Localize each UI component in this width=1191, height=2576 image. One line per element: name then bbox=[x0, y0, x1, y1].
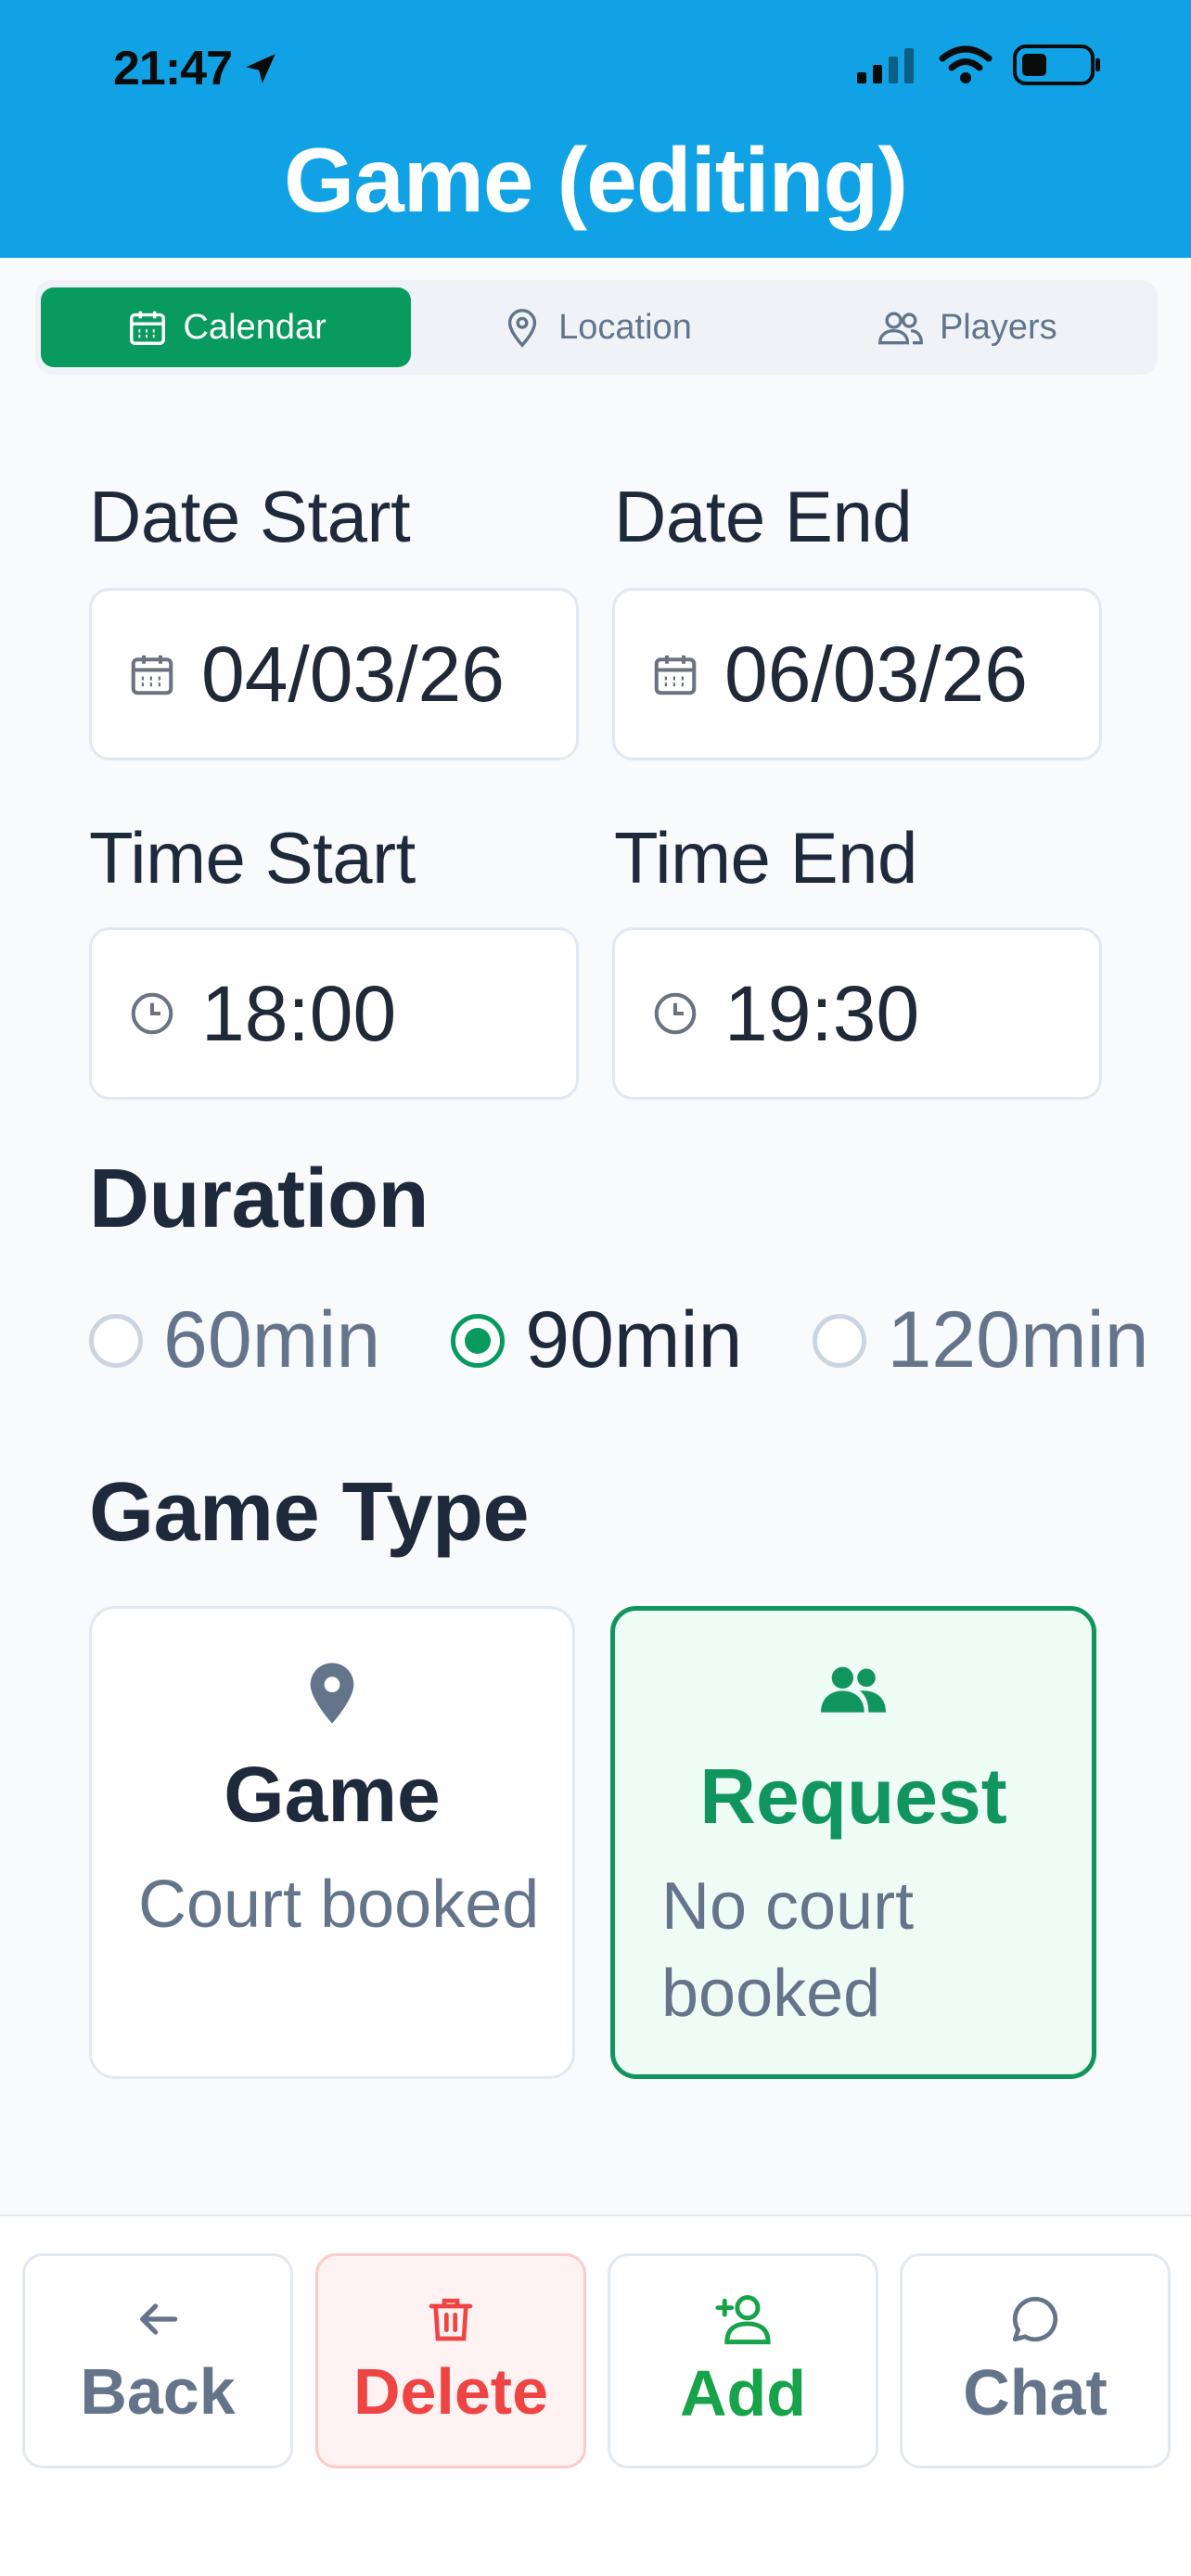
tab-calendar[interactable]: Calendar bbox=[41, 287, 412, 367]
date-end-label: Date End bbox=[614, 476, 913, 557]
chat-button[interactable]: Chat bbox=[900, 2253, 1171, 2468]
arrow-left-icon bbox=[140, 2303, 178, 2335]
tab-players[interactable]: Players bbox=[782, 287, 1152, 367]
calendar-icon bbox=[131, 655, 173, 695]
card-description: Court booked bbox=[138, 1868, 540, 1942]
date-end-field[interactable]: 06/03/26 bbox=[612, 588, 1102, 760]
user-plus-icon bbox=[715, 2295, 771, 2345]
time-start-field[interactable]: 18:00 bbox=[89, 927, 579, 1100]
delete-button[interactable]: Delete bbox=[315, 2253, 586, 2468]
location-arrow-icon bbox=[246, 54, 275, 83]
game-type-card-request[interactable]: Request No court booked bbox=[610, 1606, 1096, 2079]
status-bar-time: 21:47 bbox=[113, 41, 280, 96]
wifi-icon bbox=[939, 45, 992, 83]
time-end-value: 19:30 bbox=[724, 969, 920, 1057]
battery-icon bbox=[1013, 45, 1100, 85]
time-start-label: Time Start bbox=[89, 817, 416, 899]
bottom-action-bar: Back Delete Add Chat bbox=[0, 2214, 1191, 2576]
time-end-field[interactable]: 19:30 bbox=[612, 927, 1102, 1100]
date-end-value: 06/03/26 bbox=[724, 630, 1028, 718]
trash-icon bbox=[429, 2298, 473, 2341]
duration-option-120[interactable]: 120min bbox=[813, 1294, 1149, 1386]
tab-location[interactable]: Location bbox=[411, 287, 781, 367]
date-start-value: 04/03/26 bbox=[201, 630, 505, 718]
add-player-button[interactable]: Add bbox=[608, 2253, 878, 2468]
users-icon bbox=[877, 312, 923, 345]
card-title: Request bbox=[699, 1753, 1007, 1840]
card-title: Game bbox=[224, 1751, 441, 1838]
calendar-icon bbox=[129, 311, 165, 345]
duration-heading: Duration bbox=[89, 1153, 429, 1245]
duration-options: 60min 90min 120min bbox=[89, 1294, 1191, 1386]
map-pin-icon bbox=[508, 309, 537, 348]
radio-button-selected[interactable] bbox=[451, 1313, 506, 1368]
back-button[interactable]: Back bbox=[22, 2253, 293, 2468]
clock-icon bbox=[131, 992, 173, 1035]
game-type-card-game[interactable]: Game Court booked bbox=[89, 1606, 575, 2079]
duration-option-90[interactable]: 90min bbox=[451, 1294, 742, 1386]
card-description: No court booked bbox=[661, 1869, 915, 2031]
app-header: 21:47 Game (editing) bbox=[0, 0, 1191, 258]
game-type-heading: Game Type bbox=[89, 1466, 530, 1559]
radio-button[interactable] bbox=[89, 1313, 143, 1368]
page-title: Game (editing) bbox=[283, 129, 908, 231]
radio-button[interactable] bbox=[813, 1313, 867, 1368]
chat-bubble-icon bbox=[1012, 2296, 1058, 2342]
date-start-label: Date Start bbox=[89, 476, 411, 557]
users-icon bbox=[821, 1666, 886, 1713]
date-start-field[interactable]: 04/03/26 bbox=[89, 588, 579, 760]
map-pin-icon bbox=[310, 1663, 354, 1724]
status-bar-indicators bbox=[857, 45, 1102, 85]
clock-icon bbox=[654, 992, 697, 1035]
time-start-value: 18:00 bbox=[201, 969, 397, 1057]
tab-bar: Calendar Location Players bbox=[35, 280, 1158, 375]
time-end-label: Time End bbox=[614, 817, 917, 899]
calendar-icon bbox=[654, 655, 697, 695]
duration-option-60[interactable]: 60min bbox=[89, 1294, 380, 1386]
cellular-signal-icon bbox=[857, 48, 914, 83]
